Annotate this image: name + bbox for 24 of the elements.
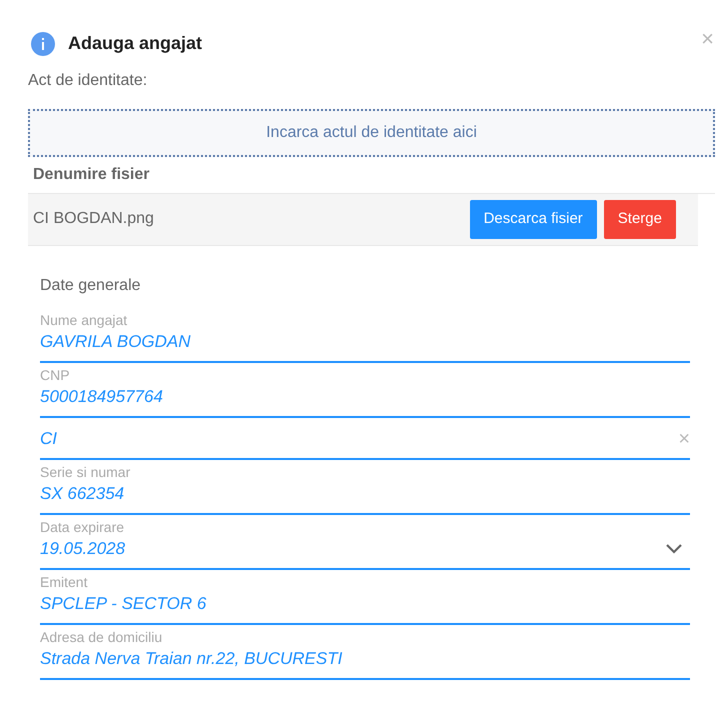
field-label: Adresa de domiciliu bbox=[40, 628, 164, 644]
clear-icon[interactable]: × bbox=[678, 428, 690, 448]
date-field[interactable]: 19.05.2028 bbox=[40, 534, 690, 570]
download-button[interactable]: Descarca fisier bbox=[470, 200, 597, 238]
chevron-down-icon[interactable] bbox=[666, 544, 682, 554]
delete-button[interactable]: Sterge bbox=[604, 200, 676, 238]
input-field[interactable]: Strada Nerva Traian nr.22, BUCURESTI bbox=[40, 644, 690, 680]
field-label: Serie si numar bbox=[40, 464, 132, 480]
field-label: CNP bbox=[40, 366, 71, 382]
input-field[interactable]: SPCLEP - SECTOR 6 bbox=[40, 590, 690, 624]
input-field[interactable]: SX 662354 bbox=[40, 480, 690, 514]
info-icon bbox=[31, 32, 55, 56]
close-button[interactable]: × bbox=[699, 28, 716, 50]
dialog-title: Adauga angajat bbox=[68, 32, 202, 55]
section-title: Date generale bbox=[40, 276, 142, 296]
upload-dropzone[interactable]: Incarca actul de identitate aici bbox=[28, 109, 715, 157]
section-label: Act de identitate: bbox=[28, 71, 148, 91]
file-name: CI BOGDAN.png bbox=[33, 209, 154, 230]
field-label: Nume angajat bbox=[40, 312, 128, 328]
input-field[interactable]: GAVRILA BOGDAN bbox=[40, 328, 690, 362]
field-label: Data expirare bbox=[40, 518, 126, 534]
input-field[interactable]: 5000184957764 bbox=[40, 382, 690, 418]
field-label: Emitent bbox=[40, 574, 88, 590]
select-field[interactable]: CI × bbox=[40, 422, 690, 460]
